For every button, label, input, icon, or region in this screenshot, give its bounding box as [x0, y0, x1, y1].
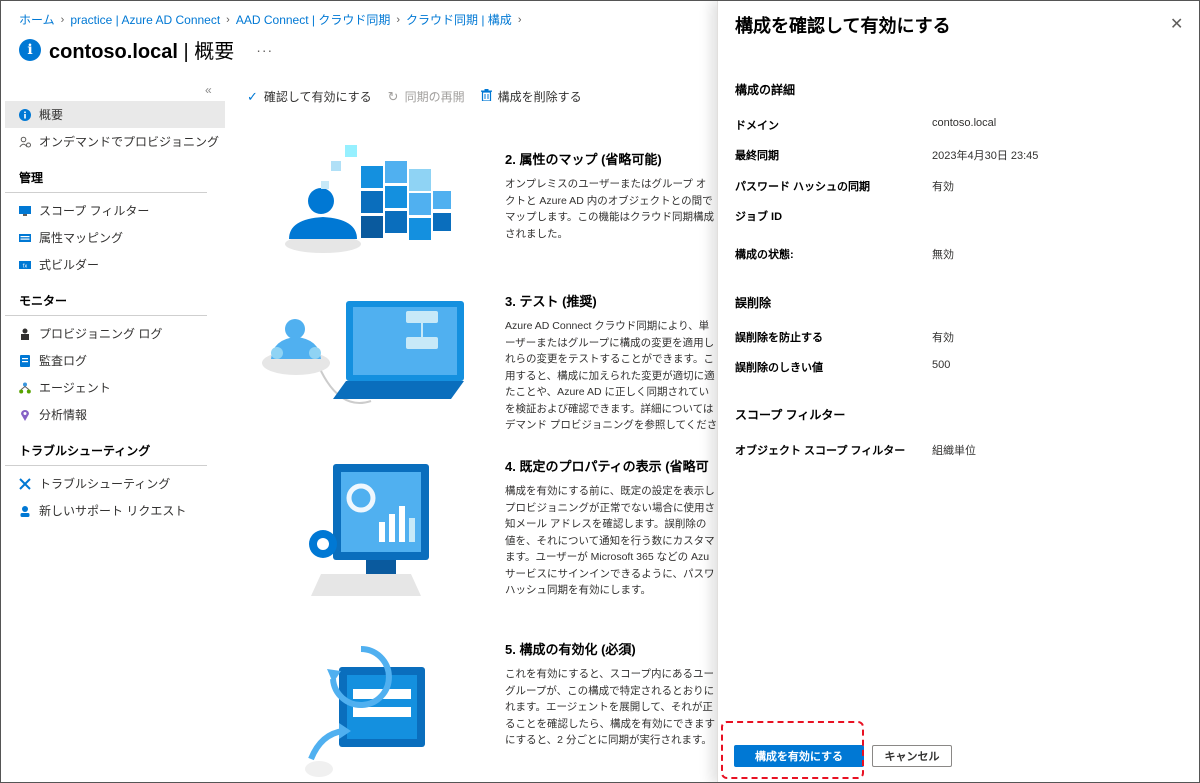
sidebar-item-agent[interactable]: エージェント — [5, 374, 225, 401]
last-sync-value: 2023年4月30日 23:45 — [932, 150, 1039, 162]
chevron-right-icon: › — [517, 13, 522, 26]
domain-value: contoso.local — [932, 117, 997, 129]
delete-config-button[interactable]: 構成を削除する — [480, 88, 582, 105]
chevron-right-icon: › — [226, 13, 230, 26]
panel-footer: 構成を有効にする キャンセル — [718, 721, 1199, 779]
info-icon — [19, 108, 31, 121]
sidebar-item-expression-builder[interactable]: fx 式ビルダー — [5, 251, 225, 278]
sidebar-item-audit-log[interactable]: 監査ログ — [5, 347, 225, 374]
step-4-title: 4. 既定のプロパティの表示 (省略可 — [505, 459, 709, 474]
job-id-label: ジョブ ID — [735, 211, 783, 223]
step-5-title: 5. 構成の有効化 (必須) — [505, 642, 636, 657]
step-attribute-mapping: 2. 属性のマップ (省略可能) オンプレミスのユーザーまたはグループ オ クト… — [261, 131, 717, 271]
page-header: i contoso.local | 概要 ··· — [19, 35, 273, 64]
sidebar-item-overview[interactable]: 概要 — [5, 101, 225, 128]
refresh-icon: ↻ — [387, 88, 399, 104]
step-5-text: 5. 構成の有効化 (必須) これを有効にすると、スコープ内にあるユー グループ… — [505, 639, 719, 749]
step-default-properties: 4. 既定のプロパティの表示 (省略可 構成を有効にする前に、既定の設定を表示し… — [261, 456, 717, 606]
svg-text:fx: fx — [23, 263, 28, 269]
sidebar-item-attribute-mapping[interactable]: 属性マッピング — [5, 224, 225, 251]
sidebar-item-provisioning-log[interactable]: プロビジョニング ログ — [5, 320, 225, 347]
breadcrumb-home[interactable]: ホーム — [19, 11, 55, 28]
object-scope-filter-value: 組織単位 — [932, 445, 976, 457]
audit-log-icon — [19, 354, 31, 367]
support-request-icon — [19, 505, 31, 517]
sidebar-item-troubleshoot[interactable]: トラブルシューティング — [5, 470, 225, 497]
section-accidental-delete: 誤削除 — [735, 296, 772, 310]
provisioning-log-icon — [19, 328, 31, 340]
object-scope-filter-label: オブジェクト スコープ フィルター — [735, 445, 906, 457]
sidebar-item-provision-on-demand[interactable]: オンデマンドでプロビジョニング — [5, 128, 225, 155]
checkmark-icon: ✓ — [247, 88, 258, 104]
troubleshoot-icon — [19, 477, 31, 490]
sidebar-item-new-support-request[interactable]: 新しいサポート リクエスト — [5, 497, 225, 524]
domain-label: ドメイン — [735, 120, 779, 132]
config-state-label: 構成の状態: — [735, 249, 794, 261]
step-4-text: 4. 既定のプロパティの表示 (省略可 構成を有効にする前に、既定の設定を表示し… — [505, 456, 719, 599]
provision-user-icon — [19, 136, 31, 148]
password-hash-sync-value: 有効 — [932, 181, 954, 193]
more-options-button[interactable]: ··· — [256, 42, 273, 58]
prevent-accidental-delete-value: 有効 — [932, 332, 954, 344]
trash-icon — [480, 89, 492, 104]
last-sync-label: 最終同期 — [735, 150, 779, 162]
config-state-value: 無効 — [932, 249, 954, 261]
nav-group-troubleshooting: トラブルシューティング — [5, 428, 207, 466]
step-2-title: 2. 属性のマップ (省略可能) — [505, 152, 662, 167]
attribute-mapping-icon — [19, 232, 31, 244]
step-2-text: 2. 属性のマップ (省略可能) オンプレミスのユーザーまたはグループ オ クト… — [505, 149, 719, 242]
breadcrumb-cloud-sync-config[interactable]: クラウド同期 | 構成 — [406, 11, 512, 28]
breadcrumb-practice[interactable]: practice | Azure AD Connect — [70, 13, 220, 27]
delete-threshold-label: 誤削除のしきい値 — [735, 362, 823, 374]
cancel-button[interactable]: キャンセル — [872, 745, 952, 767]
close-icon[interactable]: ✕ — [1170, 14, 1183, 34]
section-scope-filter: スコープ フィルター — [735, 408, 846, 422]
enable-config-button[interactable]: 構成を有効にする — [734, 745, 864, 767]
page-title: contoso.local | 概要 — [49, 41, 235, 63]
default-properties-illustration — [309, 464, 429, 596]
insights-icon — [19, 409, 31, 421]
test-illustration — [262, 301, 464, 404]
review-enable-button[interactable]: ✓ 確認して有効にする — [247, 88, 372, 105]
step-3-title: 3. テスト (推奨) — [505, 294, 597, 309]
prevent-accidental-delete-label: 誤削除を防止する — [735, 332, 823, 344]
restart-sync-button[interactable]: ↻ 同期の再開 — [388, 88, 465, 105]
nav-group-monitor: モニター — [5, 278, 207, 316]
step-test: 3. テスト (推奨) Azure AD Connect クラウド同期により、単… — [261, 291, 717, 441]
section-config-details: 構成の詳細 — [735, 83, 796, 97]
password-hash-sync-label: パスワード ハッシュの同期 — [735, 181, 871, 193]
command-bar: ✓ 確認して有効にする ↻ 同期の再開 構成を削除する — [247, 88, 582, 105]
sidebar-item-scope-filter[interactable]: スコープ フィルター — [5, 197, 225, 224]
nav-group-manage: 管理 — [5, 155, 207, 193]
window: ホーム › practice | Azure AD Connect › AAD … — [0, 0, 1200, 783]
delete-threshold-value: 500 — [932, 359, 951, 371]
scope-filter-icon — [19, 205, 31, 217]
breadcrumb-aad-connect[interactable]: AAD Connect | クラウド同期 — [236, 11, 391, 28]
attribute-mapping-illustration — [285, 145, 451, 253]
expression-builder-icon: fx — [19, 259, 31, 271]
chevron-right-icon: › — [60, 13, 65, 26]
info-icon: i — [19, 38, 41, 61]
review-enable-panel: 構成を確認して有効にする ✕ 構成の詳細 ドメイン contoso.local … — [717, 1, 1199, 782]
chevron-right-icon: › — [396, 13, 401, 26]
step-enable-config: 5. 構成の有効化 (必須) これを有効にすると、スコープ内にあるユー グループ… — [261, 639, 717, 779]
sidebar: 概要 オンデマンドでプロビジョニング 管理 スコープ フィルター 属性マッピング… — [5, 81, 225, 524]
step-3-text: 3. テスト (推奨) Azure AD Connect クラウド同期により、単… — [505, 291, 719, 434]
breadcrumb: ホーム › practice | Azure AD Connect › AAD … — [19, 11, 521, 28]
agent-icon — [19, 382, 31, 394]
sidebar-item-insights[interactable]: 分析情報 — [5, 401, 225, 428]
enable-config-illustration — [305, 646, 425, 777]
panel-title: 構成を確認して有効にする — [735, 16, 951, 36]
